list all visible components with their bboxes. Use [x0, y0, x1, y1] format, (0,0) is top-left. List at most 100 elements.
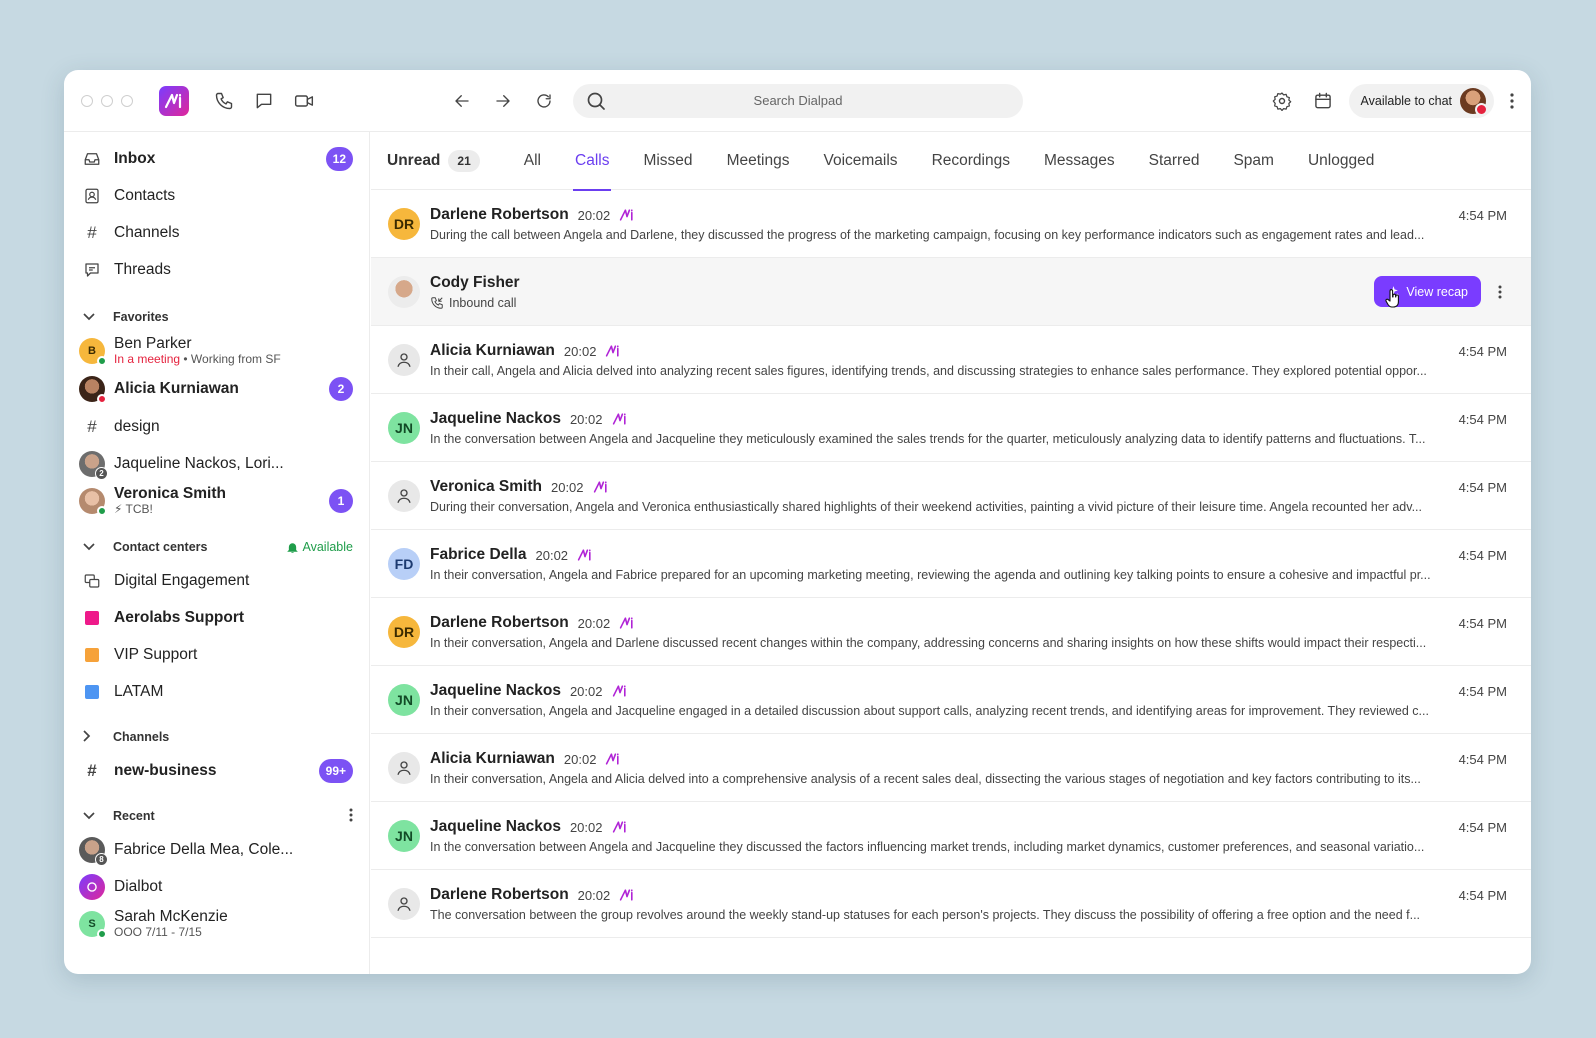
contact-center-vip-support[interactable]: VIP Support: [64, 636, 369, 673]
ai-recap-icon: [605, 752, 621, 766]
recent-section-header[interactable]: Recent: [64, 801, 369, 831]
caller-name: Alicia Kurniawan: [430, 342, 555, 359]
recent-sarah-mckenzie[interactable]: S Sarah McKenzie OOO 7/11 - 7/15: [64, 905, 369, 943]
group-count: 2: [95, 466, 108, 480]
tab-unlogged[interactable]: Unlogged: [1308, 132, 1374, 190]
sidebar-item-threads[interactable]: Threads: [64, 251, 369, 288]
caller-name: Darlene Robertson: [430, 614, 569, 631]
tab-calls[interactable]: Calls: [572, 132, 612, 191]
favorite-alicia-kurniawan[interactable]: Alicia Kurniawan 2: [64, 370, 369, 408]
call-time: 4:54 PM: [1458, 411, 1507, 427]
call-duration: 20:02: [535, 547, 569, 563]
tab-unread[interactable]: Unread 21: [387, 132, 480, 190]
call-summary: The conversation between the group revol…: [430, 908, 1421, 922]
tab-all[interactable]: All: [524, 132, 541, 190]
sidebar-item-inbox[interactable]: Inbox 12: [64, 140, 369, 177]
contact-centers-section-header[interactable]: Contact centers Available: [64, 532, 369, 562]
channel-new-business[interactable]: # new-business 99+: [64, 752, 369, 789]
contact-center-latam[interactable]: LATAM: [64, 673, 369, 710]
contact-center-status[interactable]: Available: [286, 540, 353, 554]
color-square-icon: [81, 607, 103, 629]
favorite-ben-parker[interactable]: B Ben Parker In a meeting • Working from…: [64, 332, 369, 370]
call-row[interactable]: JN Jaqueline Nackos 20:02 4:54 PM In the…: [371, 666, 1531, 734]
call-row[interactable]: DR Darlene Robertson 20:02 4:54 PM In th…: [371, 598, 1531, 666]
favorite-group-jaqueline[interactable]: 2 Jaqueline Nackos, Lori...: [64, 445, 369, 482]
tab-messages[interactable]: Messages: [1044, 132, 1115, 190]
call-summary: In the conversation between Angela and J…: [430, 840, 1425, 854]
call-duration: 20:02: [577, 207, 611, 223]
hand-pointer-cursor-icon: [1385, 289, 1401, 314]
group-avatar: 2: [79, 450, 108, 480]
contact-center-aerolabs-support[interactable]: Aerolabs Support: [64, 599, 369, 636]
contact-name: Fabrice Della Mea, Cole...: [114, 840, 294, 858]
call-row[interactable]: Alicia Kurniawan 20:02 4:54 PM In their …: [371, 734, 1531, 802]
call-summary: During their conversation, Angela and Ve…: [430, 500, 1423, 514]
availability-status[interactable]: Available to chat: [1348, 83, 1494, 118]
sidebar-item-contacts[interactable]: Contacts: [64, 177, 369, 214]
calendar-icon[interactable]: [1308, 86, 1338, 116]
caller-name: Jaqueline Nackos: [430, 682, 561, 699]
sidebar-item-channels[interactable]: # Channels: [64, 214, 369, 251]
recent-fabrice-group[interactable]: 8 Fabrice Della Mea, Cole...: [64, 831, 369, 868]
avatar: [388, 275, 420, 308]
contact-center-digital-engagement[interactable]: Digital Engagement: [64, 562, 369, 599]
phone-icon[interactable]: [209, 86, 239, 116]
minimize-window-button[interactable]: [101, 94, 113, 107]
tab-recordings[interactable]: Recordings: [932, 132, 1010, 190]
channel-name: design: [114, 417, 160, 435]
contact-center-label: Aerolabs Support: [114, 608, 245, 626]
status-label: Available: [302, 540, 353, 554]
back-arrow-icon[interactable]: [447, 86, 477, 116]
call-row[interactable]: DR Darlene Robertson 20:02 4:54 PM Durin…: [371, 190, 1531, 258]
contact-name: Veronica Smith: [114, 485, 226, 503]
call-row[interactable]: JN Jaqueline Nackos 20:02 4:54 PM In the…: [371, 802, 1531, 870]
more-options-icon[interactable]: [1505, 86, 1519, 116]
caller-name: Alicia Kurniawan: [430, 750, 555, 767]
tab-missed[interactable]: Missed: [643, 132, 692, 190]
ai-recap-icon: [577, 548, 593, 562]
more-options-icon[interactable]: [349, 808, 353, 825]
contact-name: Sarah McKenzie: [114, 908, 228, 926]
call-summary: In their conversation, Angela and Darlen…: [430, 636, 1427, 650]
forward-arrow-icon[interactable]: [488, 86, 518, 116]
call-row[interactable]: Cody Fisher Inbound call View recap: [371, 258, 1531, 326]
person-placeholder-icon: [388, 751, 420, 784]
unread-count-badge: 21: [448, 149, 480, 172]
tab-meetings[interactable]: Meetings: [727, 132, 790, 190]
tab-spam[interactable]: Spam: [1233, 132, 1274, 190]
maximize-window-button[interactable]: [121, 94, 133, 107]
call-summary: In their conversation, Angela and Fabric…: [430, 568, 1431, 582]
user-avatar[interactable]: [1460, 87, 1488, 116]
close-window-button[interactable]: [81, 94, 93, 107]
favorites-section-header[interactable]: Favorites: [64, 302, 369, 332]
dialpad-logo-icon[interactable]: [159, 85, 189, 116]
more-options-icon[interactable]: [1493, 285, 1507, 299]
caller-name: Cody Fisher: [430, 274, 520, 291]
avatar: B: [79, 338, 107, 366]
search-bar[interactable]: [573, 83, 1023, 118]
digital-engagement-icon: [81, 570, 103, 592]
call-row[interactable]: FD Fabrice Della 20:02 4:54 PM In their …: [371, 530, 1531, 598]
search-input[interactable]: [573, 93, 1023, 108]
call-row[interactable]: Alicia Kurniawan 20:02 4:54 PM In their …: [371, 326, 1531, 394]
call-row[interactable]: JN Jaqueline Nackos 20:02 4:54 PM In the…: [371, 394, 1531, 462]
settings-gear-icon[interactable]: [1267, 86, 1297, 116]
refresh-icon[interactable]: [529, 86, 559, 116]
channels-section-header[interactable]: Channels: [64, 722, 369, 752]
recent-dialbot[interactable]: Dialbot: [64, 868, 369, 905]
call-row[interactable]: Darlene Robertson 20:02 4:54 PM The conv…: [371, 870, 1531, 938]
call-row[interactable]: Veronica Smith 20:02 4:54 PM During thei…: [371, 462, 1531, 530]
message-icon[interactable]: [249, 86, 279, 116]
section-title: Channels: [113, 730, 170, 744]
avatar: S: [79, 911, 107, 939]
tab-voicemails[interactable]: Voicemails: [823, 132, 897, 190]
favorite-veronica-smith[interactable]: Veronica Smith ⚡ TCB! 1: [64, 482, 369, 520]
ai-recap-icon: [619, 616, 635, 630]
call-summary: In their conversation, Angela and Jacque…: [430, 704, 1429, 718]
favorite-design-channel[interactable]: # design: [64, 408, 369, 445]
tab-label: Unread: [387, 151, 441, 169]
tab-starred[interactable]: Starred: [1149, 132, 1200, 190]
unread-badge: 1: [329, 489, 353, 513]
unread-badge: 99+: [318, 758, 353, 783]
video-icon[interactable]: [289, 86, 319, 116]
